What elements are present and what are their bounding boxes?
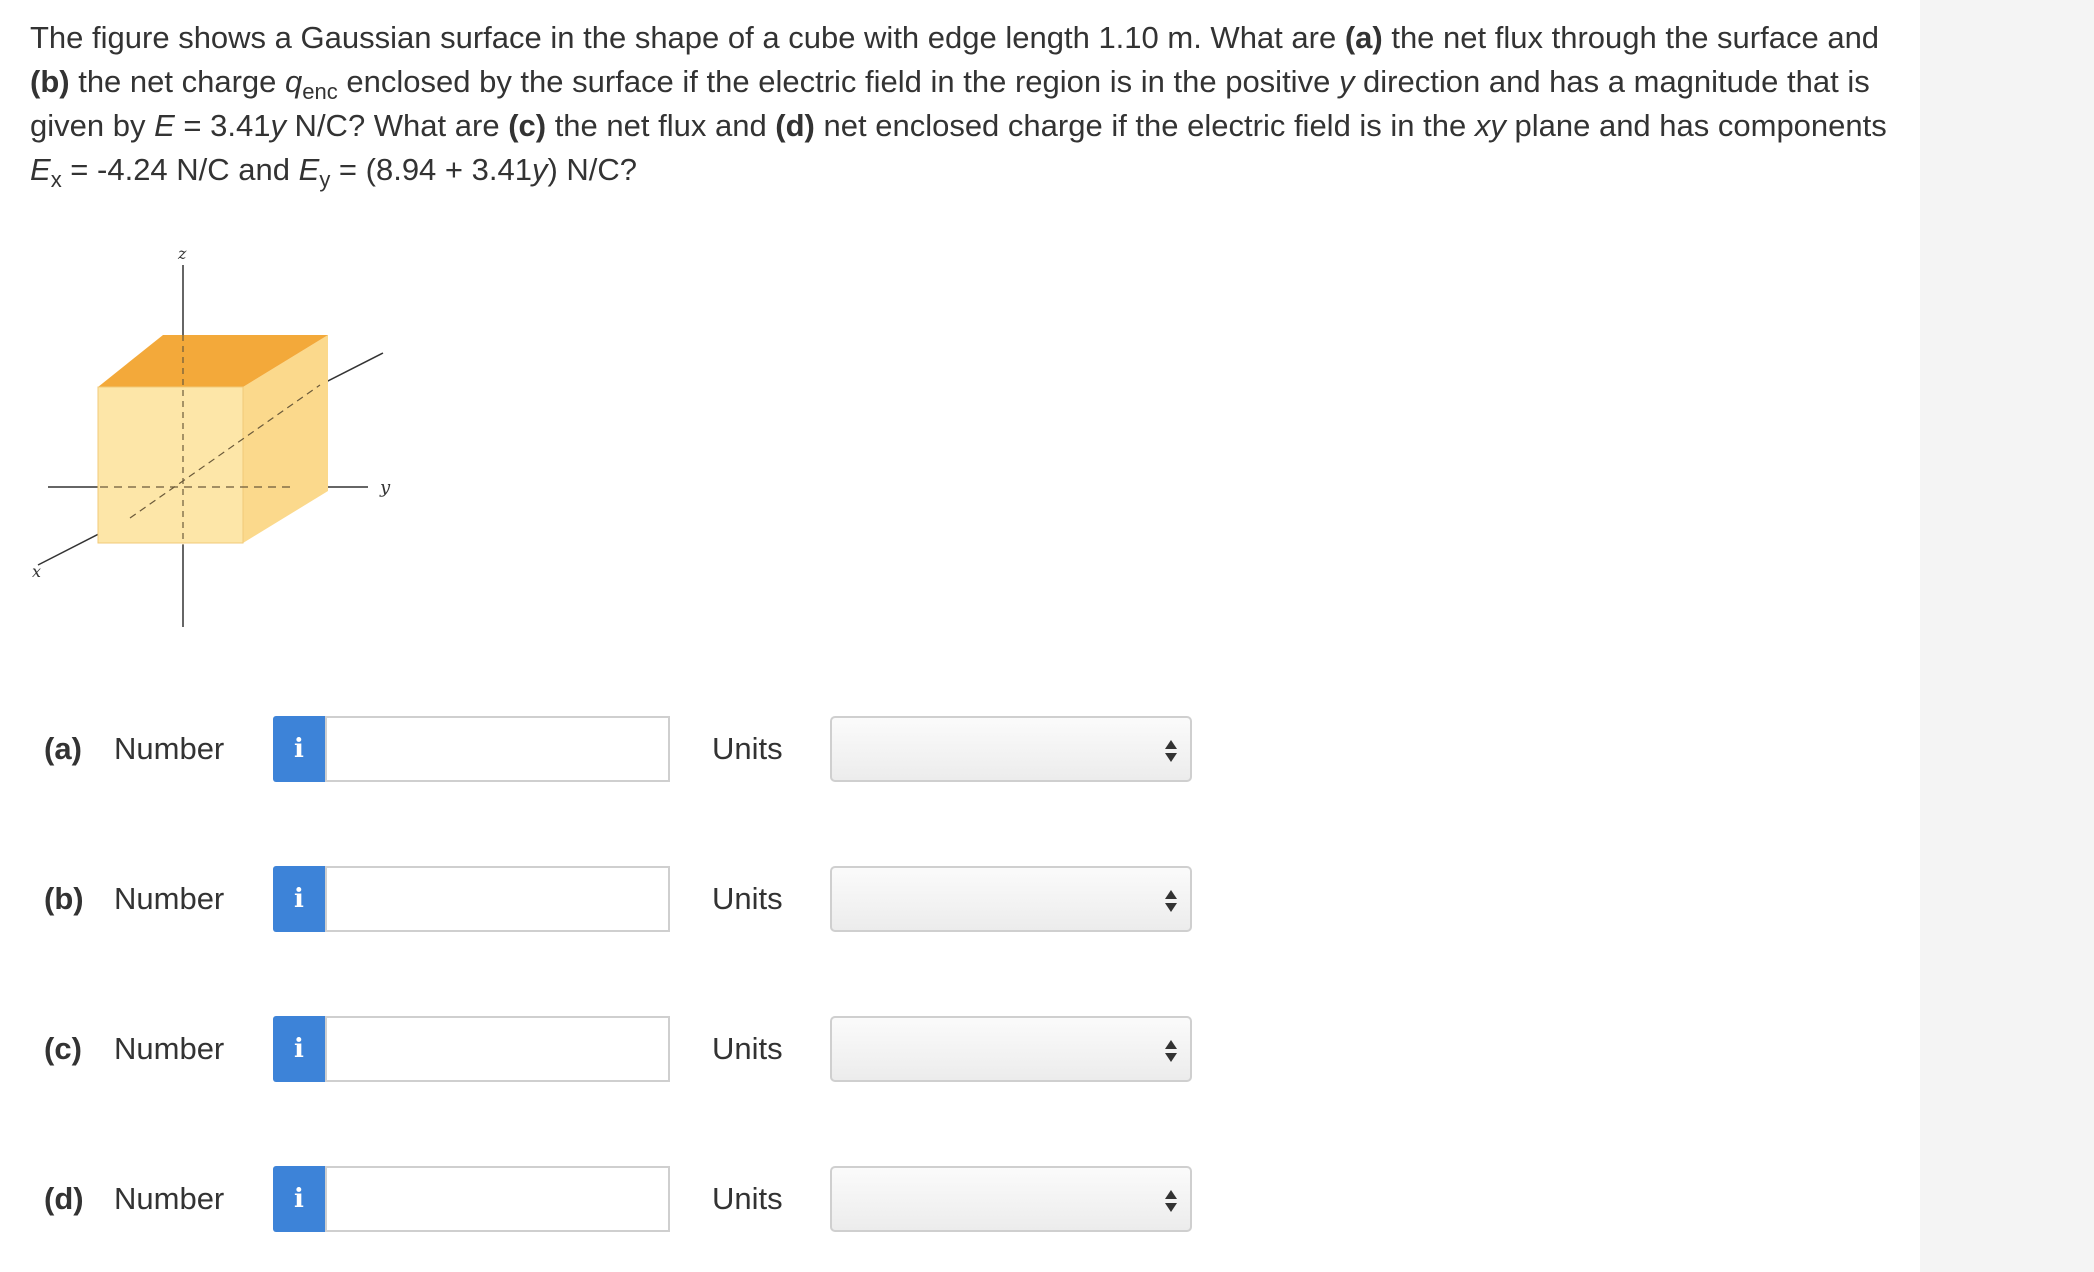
units-select-a[interactable]	[830, 716, 1192, 782]
z-axis-label: z	[177, 244, 187, 263]
select-arrows-icon	[1165, 1040, 1177, 1062]
answer-row-a: (a) Number i Units	[0, 716, 1250, 782]
info-icon[interactable]: i	[273, 716, 325, 782]
part-label: (d)	[44, 1181, 84, 1216]
info-icon[interactable]: i	[273, 1166, 325, 1232]
x-axis-upper	[319, 352, 384, 386]
units-label: Units	[712, 1031, 783, 1066]
answer-row-b: (b) Number i Units	[0, 866, 1250, 932]
number-input-d[interactable]	[325, 1166, 670, 1232]
number-label: Number	[114, 1181, 225, 1216]
info-icon[interactable]: i	[273, 1016, 325, 1082]
units-label: Units	[712, 881, 783, 916]
number-input-a[interactable]	[325, 716, 670, 782]
units-select-d[interactable]	[830, 1166, 1192, 1232]
units-label: Units	[712, 731, 783, 766]
units-label: Units	[712, 1181, 783, 1216]
y-axis-label: y	[379, 477, 391, 498]
select-arrows-icon	[1165, 1190, 1177, 1212]
answer-row-c: (c) Number i Units	[0, 1016, 1250, 1082]
number-label: Number	[114, 731, 225, 766]
cube-front-face	[98, 387, 243, 543]
cube-diagram: z y x	[32, 244, 391, 627]
select-arrows-icon	[1165, 890, 1177, 912]
right-margin-panel	[1920, 0, 2094, 1272]
number-label: Number	[114, 881, 225, 916]
answer-row-d: (d) Number i Units	[0, 1166, 1250, 1232]
part-label: (c)	[44, 1031, 82, 1066]
info-icon[interactable]: i	[273, 866, 325, 932]
number-label: Number	[114, 1031, 225, 1066]
x-axis-label: x	[32, 562, 41, 581]
gaussian-cube-figure: z y x	[20, 235, 400, 635]
units-select-b[interactable]	[830, 866, 1192, 932]
question-text: The figure shows a Gaussian surface in t…	[30, 20, 1887, 192]
part-label: (a)	[44, 731, 82, 766]
units-select-c[interactable]	[830, 1016, 1192, 1082]
select-arrows-icon	[1165, 740, 1177, 762]
number-input-c[interactable]	[325, 1016, 670, 1082]
number-input-b[interactable]	[325, 866, 670, 932]
part-label: (b)	[44, 881, 84, 916]
